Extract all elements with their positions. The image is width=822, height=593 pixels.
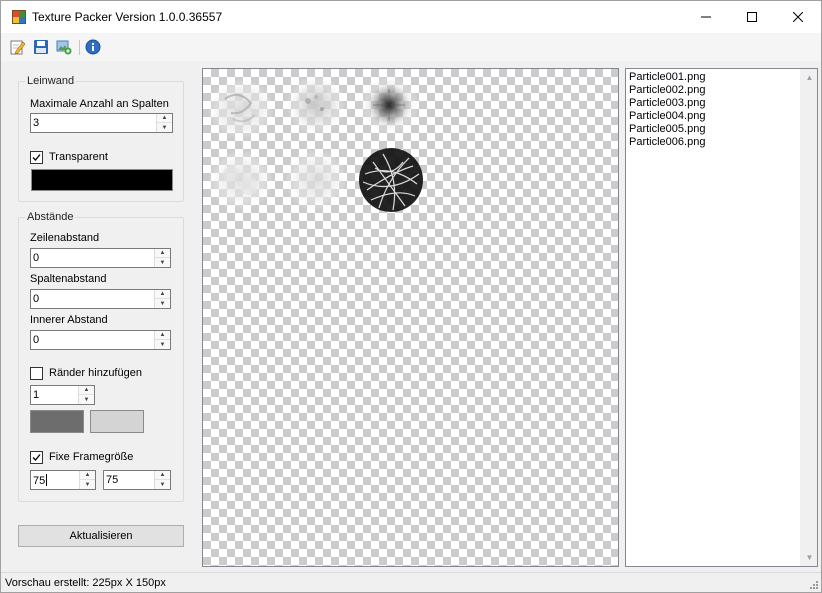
status-text: Vorschau erstellt: 225px X 150px [5,577,166,589]
title-bar: Texture Packer Version 1.0.0.36557 [1,1,821,33]
minimize-icon [701,16,711,17]
status-bar: Vorschau erstellt: 225px X 150px [1,572,821,592]
frame-width-spinner[interactable]: ▲ ▼ [79,471,95,489]
texture-packer-app-icon [12,10,26,24]
particle-sprite-1 [208,79,274,139]
list-item[interactable]: Particle006.png [629,136,705,149]
border-color-swatch-2[interactable] [90,410,144,433]
particle-sprite-4 [208,150,274,210]
spin-down-icon[interactable]: ▼ [155,299,170,308]
text-cursor [46,474,48,486]
particle-sprite-3 [359,75,419,135]
spin-down-icon[interactable]: ▼ [155,340,170,349]
checkmark-icon [32,154,41,161]
spin-down-icon[interactable]: ▼ [155,258,170,267]
spin-up-icon[interactable]: ▲ [79,386,94,395]
update-button[interactable]: Aktualisieren [18,525,184,547]
add-borders-label: Ränder hinzufügen [49,367,142,379]
resize-grip-icon[interactable] [809,580,819,590]
maximize-button[interactable] [729,1,775,32]
add-borders-checkbox[interactable] [30,367,43,380]
frame-height-input[interactable]: 75 ▲ ▼ [103,470,171,490]
inner-padding-input[interactable]: 0 ▲ ▼ [30,330,171,350]
row-spacing-input[interactable]: 0 ▲ ▼ [30,248,171,268]
toolbar [1,33,821,61]
particle-sprite-6 [359,148,423,212]
export-icon[interactable] [56,39,72,55]
list-item[interactable]: Particle002.png [629,84,705,97]
scroll-down-icon[interactable]: ▼ [801,549,818,566]
transparent-label: Transparent [49,151,108,163]
spin-up-icon[interactable]: ▲ [155,331,170,340]
checkmark-icon [32,454,41,461]
max-columns-spinner[interactable]: ▲ ▼ [156,114,172,132]
border-width-spinner[interactable]: ▲ ▼ [78,386,94,404]
close-icon [793,11,803,22]
inner-padding-spinner[interactable]: ▲ ▼ [154,331,170,349]
spin-down-icon[interactable]: ▼ [155,480,170,489]
max-columns-input[interactable]: 3 ▲ ▼ [30,113,173,133]
close-button[interactable] [775,1,821,32]
border-width-value: 1 [33,389,40,401]
row-spacing-value: 0 [33,252,40,264]
file-list[interactable]: Particle001.png Particle002.png Particle… [625,68,818,567]
spacing-group-title: Abstände [25,211,76,223]
fixed-frame-checkbox[interactable] [30,451,43,464]
spin-down-icon[interactable]: ▼ [80,480,95,489]
spin-up-icon[interactable]: ▲ [155,249,170,258]
column-spacing-spinner[interactable]: ▲ ▼ [154,290,170,308]
max-columns-label: Maximale Anzahl an Spalten [30,98,169,110]
max-columns-value: 3 [33,117,40,129]
column-spacing-label: Spaltenabstand [30,273,107,285]
minimize-button[interactable] [683,1,729,32]
list-item[interactable]: Particle004.png [629,110,705,123]
canvas-group-title: Leinwand [25,75,77,87]
info-icon[interactable] [85,39,101,55]
border-color-swatch-1[interactable] [30,410,84,433]
frame-width-input[interactable]: 75 ▲ ▼ [30,470,96,490]
spin-up-icon[interactable]: ▲ [155,471,170,480]
row-spacing-label: Zeilenabstand [30,232,100,244]
inner-padding-label: Innerer Abstand [30,314,108,326]
column-spacing-input[interactable]: 0 ▲ ▼ [30,289,171,309]
particle-sprite-5 [285,149,347,211]
edit-icon[interactable] [10,39,26,55]
toolbar-separator [79,40,80,55]
preview-canvas[interactable] [202,68,619,567]
maximize-icon [747,11,757,22]
spin-down-icon[interactable]: ▼ [79,395,94,404]
list-item[interactable]: Particle005.png [629,123,705,136]
spin-down-icon[interactable]: ▼ [157,123,172,132]
frame-height-spinner[interactable]: ▲ ▼ [154,471,170,489]
inner-padding-value: 0 [33,334,40,346]
app-window: Texture Packer Version 1.0.0.36557 Leinw… [0,0,822,593]
frame-width-value: 75 [33,475,46,487]
fixed-frame-label: Fixe Framegröße [49,451,134,463]
spin-up-icon[interactable]: ▲ [80,471,95,480]
transparent-checkbox[interactable] [30,151,43,164]
list-item[interactable]: Particle001.png [629,71,705,84]
particle-sprite-2 [286,75,346,135]
border-width-input[interactable]: 1 ▲ ▼ [30,385,95,405]
file-list-scrollbar[interactable]: ▲ ▼ [800,69,817,566]
list-item[interactable]: Particle003.png [629,97,705,110]
background-color-swatch[interactable] [31,169,173,191]
spin-up-icon[interactable]: ▲ [157,114,172,123]
frame-height-value: 75 [106,474,119,486]
row-spacing-spinner[interactable]: ▲ ▼ [154,249,170,267]
scroll-up-icon[interactable]: ▲ [801,69,818,86]
column-spacing-value: 0 [33,293,40,305]
window-title: Texture Packer Version 1.0.0.36557 [32,10,223,24]
save-icon[interactable] [33,39,49,55]
spin-up-icon[interactable]: ▲ [155,290,170,299]
